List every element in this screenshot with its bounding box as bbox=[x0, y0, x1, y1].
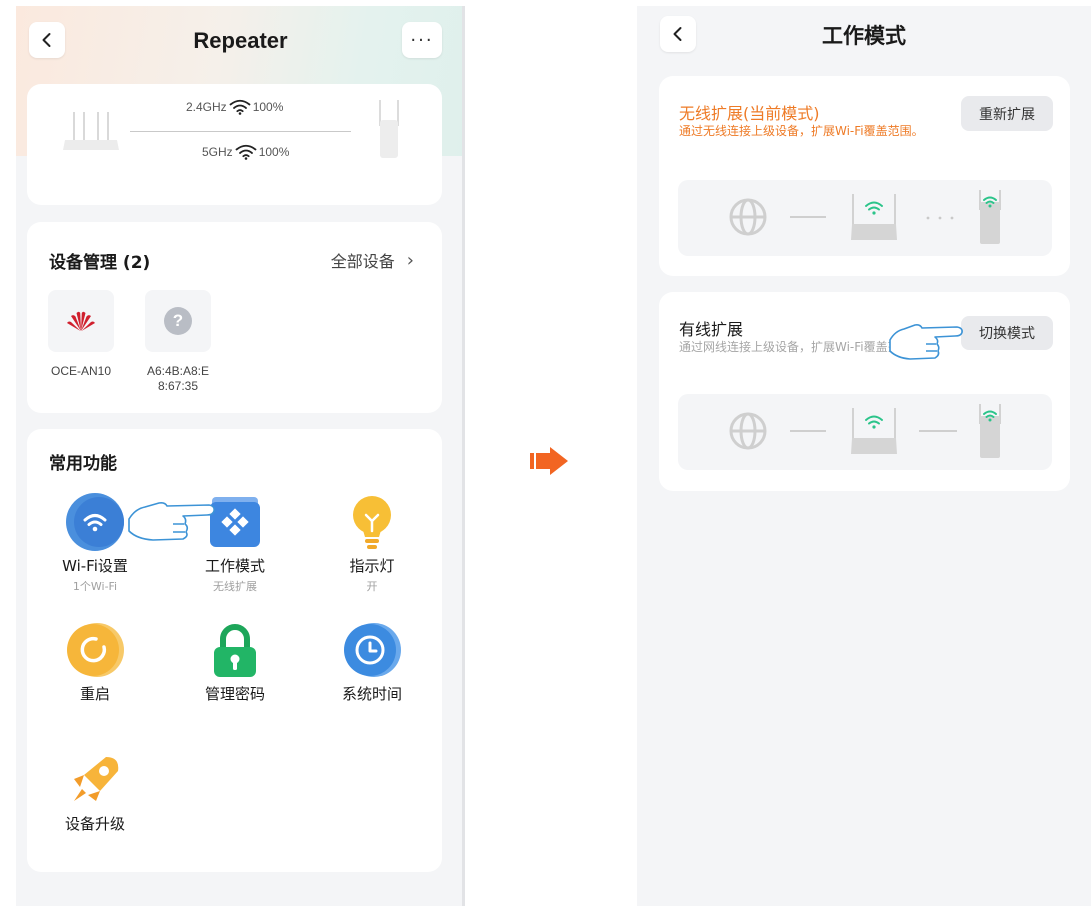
connection-status-card: 2.4GHz 100% 5GHz 100% bbox=[27, 84, 442, 205]
device-name-line2: 8:67:35 bbox=[157, 379, 199, 393]
band-24ghz-label: 2.4GHz bbox=[186, 100, 227, 114]
mode-title: 有线扩展 bbox=[679, 320, 744, 339]
clock-icon bbox=[343, 621, 401, 679]
globe-icon bbox=[729, 412, 767, 450]
function-label: 指示灯 bbox=[349, 557, 395, 575]
rocket-icon bbox=[66, 751, 124, 809]
switch-mode-button[interactable]: 切换模式 bbox=[961, 316, 1053, 350]
page-title: 工作模式 bbox=[822, 24, 906, 48]
function-sublabel: 1个Wi-Fi bbox=[72, 580, 118, 593]
band-5ghz-signal: 100% bbox=[258, 145, 290, 159]
function-label: Wi-Fi设置 bbox=[62, 557, 128, 575]
wifi-signal-icon bbox=[235, 144, 257, 160]
chevron-right-icon: › bbox=[406, 249, 414, 271]
function-label: 管理密码 bbox=[204, 685, 265, 703]
extender-icon bbox=[379, 100, 399, 158]
globe-icon bbox=[729, 198, 767, 236]
work-mode-screen: 工作模式 无线扩展(当前模式) 通过无线连接上级设备，扩展Wi-Fi覆盖范围。 … bbox=[637, 6, 1091, 906]
function-reboot[interactable]: 重启 bbox=[35, 621, 155, 704]
lock-icon bbox=[206, 621, 264, 679]
pointing-hand-icon bbox=[128, 502, 215, 541]
function-indicator-light[interactable]: 指示灯 开 bbox=[312, 493, 432, 594]
wifi-signal-icon bbox=[229, 99, 251, 115]
mode-card-wireless: 无线扩展(当前模式) 通过无线连接上级设备，扩展Wi-Fi覆盖范围。 重新扩展 bbox=[659, 76, 1070, 276]
all-devices-label: 全部设备 bbox=[330, 252, 395, 271]
wired-topology-diagram bbox=[678, 394, 1052, 470]
function-label: 系统时间 bbox=[341, 685, 402, 703]
common-functions-card: 常用功能 Wi-Fi设置 1个Wi-Fi 工作模式 无线扩展 指示灯 开 重启 … bbox=[27, 429, 442, 872]
extender-icon bbox=[979, 404, 1001, 458]
mode-card-wired: 有线扩展 通过网线连接上级设备，扩展Wi-Fi覆盖范围。 切换模式 bbox=[659, 292, 1070, 491]
function-label: 工作模式 bbox=[204, 557, 265, 575]
huawei-logo-icon bbox=[67, 311, 95, 331]
transition-arrow-icon bbox=[530, 447, 568, 475]
function-label: 重启 bbox=[79, 685, 110, 703]
device-tile-huawei[interactable] bbox=[48, 290, 114, 352]
router-icon bbox=[851, 408, 897, 454]
wifi-icon bbox=[66, 493, 124, 551]
common-functions-title: 常用功能 bbox=[49, 454, 117, 474]
unknown-device-icon: ? bbox=[164, 307, 192, 335]
function-system-time[interactable]: 系统时间 bbox=[312, 621, 432, 704]
function-label: 设备升级 bbox=[64, 815, 125, 833]
all-devices-link[interactable]: 全部设备 › bbox=[331, 248, 414, 272]
device-name-line1: A6:4B:A8:E bbox=[146, 364, 210, 378]
pointing-hand-icon bbox=[889, 324, 963, 360]
device-name: A6:4B:A8:E 8:67:35 bbox=[142, 364, 214, 394]
function-admin-password[interactable]: 管理密码 bbox=[175, 621, 295, 704]
band-24ghz-status: 2.4GHz 100% bbox=[186, 99, 283, 115]
mode-title: 无线扩展(当前模式) bbox=[679, 104, 820, 123]
device-management-title: 设备管理 (2) bbox=[49, 253, 151, 273]
device-tile-unknown[interactable]: ? bbox=[145, 290, 211, 352]
re-extend-button[interactable]: 重新扩展 bbox=[961, 96, 1053, 131]
function-device-upgrade[interactable]: 设备升级 bbox=[35, 751, 155, 834]
band-24ghz-signal: 100% bbox=[252, 100, 284, 114]
band-5ghz-status: 5GHz 100% bbox=[202, 144, 289, 160]
page-title: Repeater bbox=[193, 28, 288, 53]
router-icon bbox=[851, 194, 897, 240]
function-sublabel: 开 bbox=[366, 580, 378, 593]
mode-description: 通过无线连接上级设备，扩展Wi-Fi覆盖范围。 bbox=[679, 124, 924, 138]
wireless-topology-diagram bbox=[678, 180, 1052, 256]
repeater-home-screen: Repeater ··· 2.4GHz 100% 5GHz 100% 设备管理 … bbox=[16, 6, 465, 906]
band-5ghz-label: 5GHz bbox=[202, 145, 233, 159]
link-line bbox=[130, 131, 351, 132]
function-sublabel: 无线扩展 bbox=[213, 580, 257, 593]
bulb-icon bbox=[343, 493, 401, 551]
extender-icon bbox=[979, 190, 1001, 244]
device-name: OCE-AN10 bbox=[50, 364, 112, 378]
device-management-card: 设备管理 (2) 全部设备 › OCE-AN10 ? A6:4B:A8:E 8:… bbox=[27, 222, 442, 413]
more-button[interactable]: ··· bbox=[402, 22, 442, 58]
wireless-dots bbox=[926, 216, 954, 220]
router-icon bbox=[63, 112, 119, 150]
reboot-icon bbox=[66, 621, 124, 679]
